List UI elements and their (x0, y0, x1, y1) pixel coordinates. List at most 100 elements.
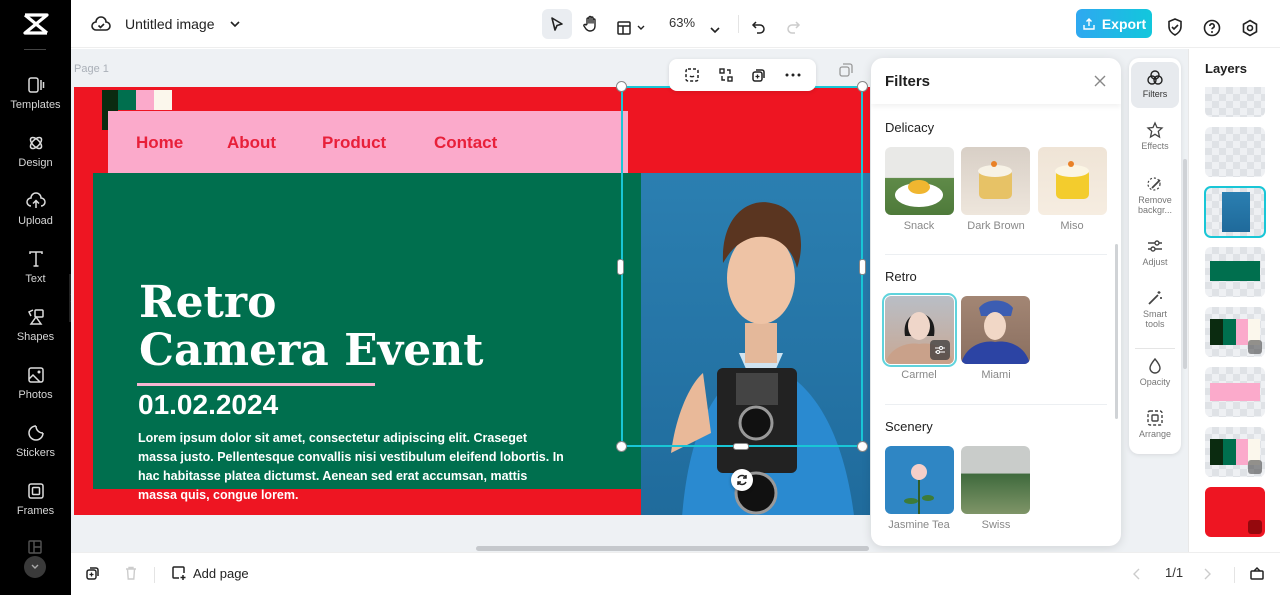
crop-face-icon (685, 68, 699, 82)
filter-thumb-swiss[interactable] (961, 446, 1030, 514)
layer-copy-button[interactable] (839, 63, 853, 77)
select-tool-button[interactable] (542, 9, 572, 39)
capcut-logo-icon[interactable] (0, 8, 71, 40)
layers-scrollbar[interactable] (1183, 159, 1187, 369)
layer-swatches-2[interactable] (1205, 427, 1265, 477)
nav-contact[interactable]: Contact (434, 133, 497, 153)
zoom-level[interactable]: 63% (669, 15, 695, 43)
tool-smart-tools[interactable]: Smart tools (1131, 288, 1179, 329)
filter-label: Miso (1060, 220, 1084, 232)
add-page-label: Add page (193, 565, 249, 581)
add-page-button[interactable]: Add page (171, 565, 249, 581)
nav-about[interactable]: About (227, 133, 276, 153)
document-title[interactable]: Untitled image (125, 16, 215, 32)
nav-home[interactable]: Home (136, 133, 183, 153)
tool-remove-background[interactable]: Remove backgr... (1131, 174, 1179, 215)
tool-adjust[interactable]: Adjust (1131, 236, 1179, 267)
layer-swatches[interactable] (1205, 307, 1265, 357)
help-button[interactable] (1203, 14, 1221, 42)
filter-thumb-carmel[interactable] (882, 293, 957, 367)
swatch-pink[interactable] (136, 90, 154, 110)
layer-text[interactable] (1205, 87, 1265, 117)
previous-page-button[interactable] (1133, 568, 1141, 580)
rail-item-frames[interactable]: Frames (0, 480, 71, 530)
resize-handle-left[interactable] (617, 259, 624, 275)
filter-thumb-dark-brown[interactable] (961, 147, 1030, 215)
page-panel-toggle[interactable] (1249, 565, 1265, 581)
resize-handle-bottom-right[interactable] (857, 441, 868, 452)
bottom-bar: Add page 1/1 (71, 552, 1280, 595)
layer-pink-rect[interactable] (1205, 367, 1265, 417)
tool-arrange[interactable]: Arrange (1131, 408, 1179, 439)
layer-empty[interactable] (1205, 127, 1265, 177)
top-bar: Untitled image 63% Export (71, 0, 1280, 48)
rail-item-photos[interactable]: Photos (0, 364, 71, 414)
rail-item-stickers[interactable]: Stickers (0, 422, 71, 472)
smart-crop-button[interactable] (684, 67, 700, 83)
filters-header: Filters (871, 58, 1121, 104)
body-text[interactable]: Lorem ipsum dolor sit amet, consectetur … (138, 429, 568, 505)
tool-effects[interactable]: Effects (1131, 120, 1179, 151)
layout-icon (26, 540, 44, 554)
filters-panel: Filters Delicacy Snack Dark Brown Miso R… (871, 58, 1121, 546)
group-icon (1248, 460, 1262, 474)
close-filters-button[interactable] (1093, 74, 1107, 88)
filters-scrollbar[interactable] (1115, 244, 1118, 419)
trash-icon (126, 566, 136, 580)
horizontal-scrollbar[interactable] (476, 546, 869, 551)
design-nav-bar[interactable]: Home About Product Contact (108, 111, 628, 173)
duplicate-page-button[interactable] (85, 565, 101, 581)
replace-button[interactable] (718, 67, 734, 83)
hand-tool-button[interactable] (576, 9, 606, 39)
event-date[interactable]: 01.02.2024 (138, 389, 278, 421)
tool-label: Smart tools (1142, 309, 1167, 329)
design-icon (0, 132, 71, 154)
swatch-cream[interactable] (154, 90, 172, 110)
rail-item-upload[interactable]: Upload (0, 190, 71, 240)
layer-background[interactable] (1205, 487, 1265, 537)
tool-filters[interactable]: Filters (1131, 62, 1179, 108)
adjust-filter-icon[interactable] (930, 340, 950, 360)
resize-handle-right[interactable] (859, 259, 866, 275)
rail-item-design[interactable]: Design (0, 132, 71, 182)
filter-thumb-miso[interactable] (1038, 147, 1107, 215)
undo-button[interactable] (751, 14, 767, 42)
nav-product[interactable]: Product (322, 133, 386, 153)
resize-handle-bottom-left[interactable] (616, 441, 627, 452)
rail-item-shapes[interactable]: Shapes (0, 306, 71, 356)
shield-button[interactable] (1166, 13, 1184, 41)
title-area: Untitled image (91, 10, 241, 38)
group-icon (1248, 340, 1262, 354)
swatch-green[interactable] (118, 90, 136, 110)
filter-thumb-jasmine-tea[interactable] (885, 446, 954, 514)
tool-label: Opacity (1139, 377, 1171, 387)
duplicate-button[interactable] (751, 67, 767, 83)
resize-handle-top-left[interactable] (616, 81, 627, 92)
filter-thumb-miami[interactable] (961, 296, 1030, 364)
rail-item-templates[interactable]: Templates (0, 74, 71, 124)
rail-item-text[interactable]: Text (0, 248, 71, 298)
filter-thumb-snack[interactable] (885, 147, 954, 215)
rotate-handle[interactable] (731, 469, 753, 491)
settings-button[interactable] (1241, 14, 1259, 42)
export-button[interactable]: Export (1076, 9, 1152, 38)
layout-menu-button[interactable] (616, 14, 646, 42)
next-page-button[interactable] (1203, 568, 1211, 580)
filter-label: Carmel (901, 369, 937, 381)
undo-icon (751, 21, 765, 34)
more-options-button[interactable] (785, 73, 801, 77)
zoom-dropdown-chevron-icon[interactable] (709, 16, 721, 44)
close-icon (1094, 75, 1106, 87)
redo-button[interactable] (785, 14, 801, 42)
more-tools-button[interactable] (24, 556, 46, 578)
headline[interactable]: Retro Camera Event (139, 279, 484, 375)
rail-item-label: Upload (18, 215, 53, 227)
layer-photo[interactable] (1204, 186, 1266, 238)
export-label: Export (1101, 15, 1147, 32)
resize-handle-bottom[interactable] (733, 443, 749, 450)
title-dropdown-chevron-icon[interactable] (229, 20, 241, 28)
tool-opacity[interactable]: Opacity (1131, 356, 1179, 387)
delete-page-button[interactable] (123, 565, 139, 581)
layer-green-rect[interactable] (1205, 247, 1265, 297)
resize-handle-top-right[interactable] (857, 81, 868, 92)
